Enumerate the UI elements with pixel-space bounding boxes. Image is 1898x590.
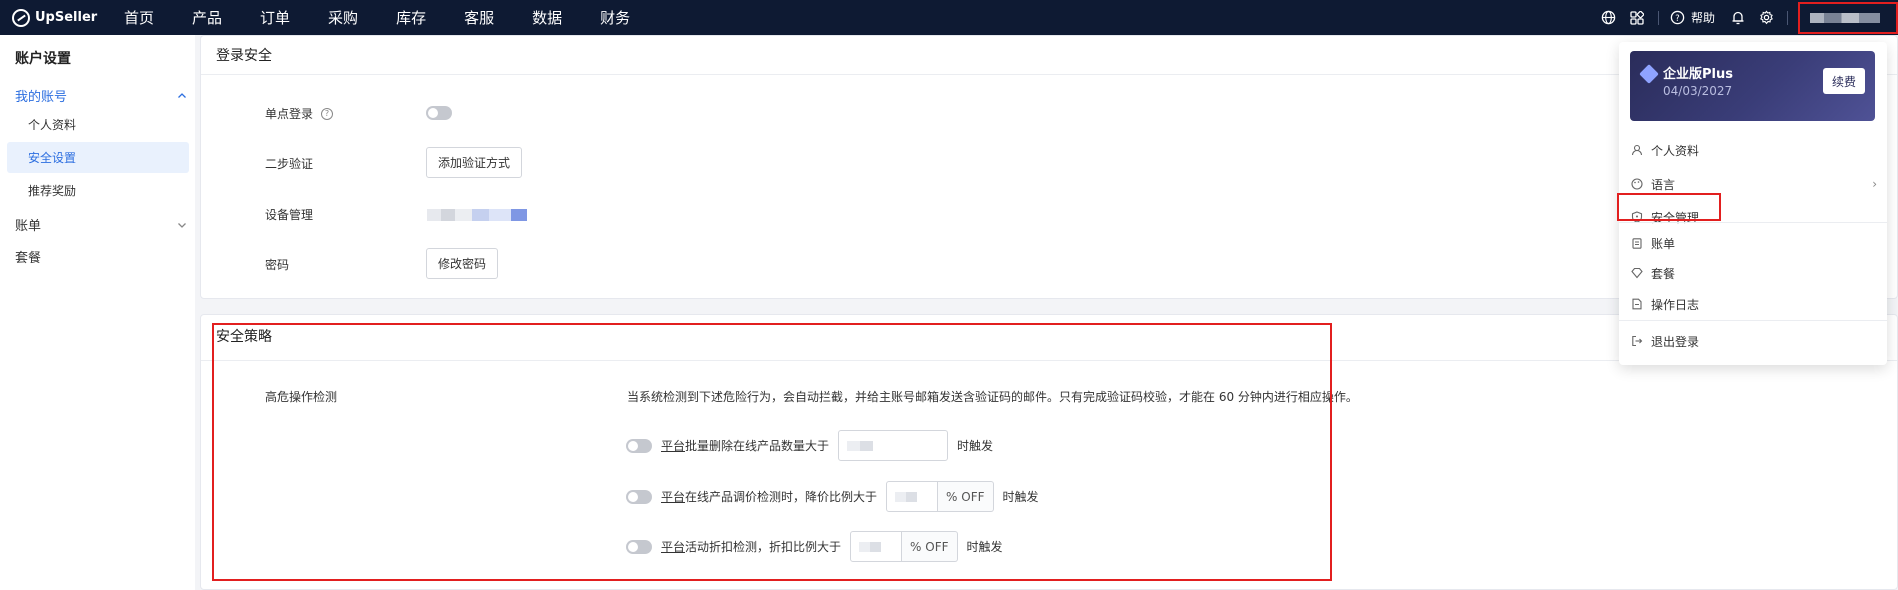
plan-expiry-date: 04/03/2027 <box>1663 84 1733 98</box>
nav-inventory[interactable]: 库存 <box>396 7 426 28</box>
sso-toggle[interactable] <box>426 106 452 120</box>
sidebar-group-plan[interactable]: 套餐 <box>15 247 187 266</box>
menu-item-label: 退出登录 <box>1651 334 1700 349</box>
apps-icon[interactable] <box>1628 9 1646 27</box>
menu-divider <box>1619 320 1887 321</box>
user-icon <box>1631 144 1643 156</box>
logout-icon <box>1631 335 1643 347</box>
help-link[interactable]: ? 帮助 <box>1669 9 1715 27</box>
globe-icon[interactable] <box>1600 9 1618 27</box>
svg-text:?: ? <box>1676 13 1680 23</box>
chevron-down-icon <box>178 222 186 228</box>
sidebar-group-label: 账单 <box>15 219 42 234</box>
menu-item-label: 操作日志 <box>1651 297 1700 312</box>
sidebar-group-my-account[interactable]: 我的账号 <box>15 86 187 105</box>
menu-item-profile[interactable]: 个人资料 <box>1619 137 1887 163</box>
menu-item-billing[interactable]: 账单 <box>1619 230 1887 256</box>
sidebar-item-label: 个人资料 <box>28 118 77 132</box>
highlight-security-menu-item <box>1617 193 1721 221</box>
diamond-outline-icon <box>1631 267 1643 279</box>
bell-icon[interactable] <box>1729 9 1747 27</box>
sidebar-title: 账户设置 <box>15 51 71 67</box>
sidebar-item-referral[interactable]: 推荐奖励 <box>7 175 189 206</box>
diamond-icon <box>1639 64 1659 84</box>
nav-purchase[interactable]: 采购 <box>328 7 358 28</box>
gear-icon[interactable] <box>1757 9 1775 27</box>
palette-icon <box>1631 178 1643 190</box>
menu-item-label: 套餐 <box>1651 266 1676 281</box>
device-info[interactable] <box>427 209 527 221</box>
menu-item-logout[interactable]: 退出登录 <box>1619 328 1887 354</box>
sso-row-label: 单点登录 ? <box>265 105 334 122</box>
help-circle-icon[interactable]: ? <box>321 107 334 120</box>
avatar <box>1810 12 1880 23</box>
chevron-right-icon: › <box>1872 177 1877 191</box>
nav-customer-service[interactable]: 客服 <box>464 7 494 28</box>
sidebar-item-label: 推荐奖励 <box>28 184 77 198</box>
highlight-security-policy <box>212 323 1332 581</box>
menu-item-label: 账单 <box>1651 236 1676 251</box>
renew-button[interactable]: 续费 <box>1823 68 1865 94</box>
menu-item-label: 语言 <box>1651 177 1676 192</box>
topbar-divider-2 <box>1787 10 1788 25</box>
plan-name: 企业版Plus <box>1663 67 1733 82</box>
user-menu-trigger[interactable] <box>1798 1 1898 34</box>
sidebar-group-billing[interactable]: 账单 <box>15 215 187 234</box>
menu-item-logs[interactable]: 操作日志 <box>1619 291 1887 317</box>
nav-finance[interactable]: 财务 <box>600 7 630 28</box>
menu-item-plan[interactable]: 套餐 <box>1619 260 1887 286</box>
change-password-button[interactable]: 修改密码 <box>426 248 499 279</box>
menu-item-label: 个人资料 <box>1651 143 1700 158</box>
clipboard-icon <box>1631 237 1643 249</box>
login-security-title: 登录安全 <box>216 48 272 64</box>
help-icon: ? <box>1669 9 1687 27</box>
topbar-actions: ? 帮助 <box>1600 0 1898 35</box>
sidebar-item-label: 安全设置 <box>28 151 77 165</box>
two-step-label: 二步验证 <box>265 157 314 171</box>
sidebar-item-security[interactable]: 安全设置 <box>7 142 189 173</box>
help-label: 帮助 <box>1690 11 1715 25</box>
password-label: 密码 <box>265 258 290 272</box>
chevron-up-icon <box>178 92 186 98</box>
menu-divider <box>1619 222 1887 223</box>
device-label: 设备管理 <box>265 208 314 222</box>
nav-orders[interactable]: 订单 <box>260 7 290 28</box>
sso-label: 单点登录 <box>265 107 314 121</box>
logo-mark-icon <box>12 8 30 27</box>
top-navbar: UpSeller 首页 产品 订单 采购 库存 客服 数据 财务 ? 帮助 <box>0 0 1898 35</box>
settings-sidebar: 账户设置 我的账号 个人资料 安全设置 推荐奖励 账单 套餐 <box>0 35 195 590</box>
upseller-logo[interactable]: UpSeller <box>12 8 124 27</box>
brand-name: UpSeller <box>35 10 98 25</box>
sidebar-item-profile[interactable]: 个人资料 <box>7 109 189 140</box>
nav-data[interactable]: 数据 <box>532 7 562 28</box>
nav-home[interactable]: 首页 <box>124 7 154 28</box>
sidebar-group-label: 我的账号 <box>15 90 68 105</box>
file-edit-icon <box>1631 298 1643 310</box>
plan-card: 企业版Plus 04/03/2027 续费 <box>1630 51 1875 121</box>
add-verification-method-button[interactable]: 添加验证方式 <box>426 147 523 178</box>
main-nav: 首页 产品 订单 采购 库存 客服 数据 财务 <box>124 7 668 28</box>
topbar-divider <box>1657 10 1659 25</box>
sidebar-group-label: 套餐 <box>15 251 42 266</box>
nav-products[interactable]: 产品 <box>192 7 222 28</box>
